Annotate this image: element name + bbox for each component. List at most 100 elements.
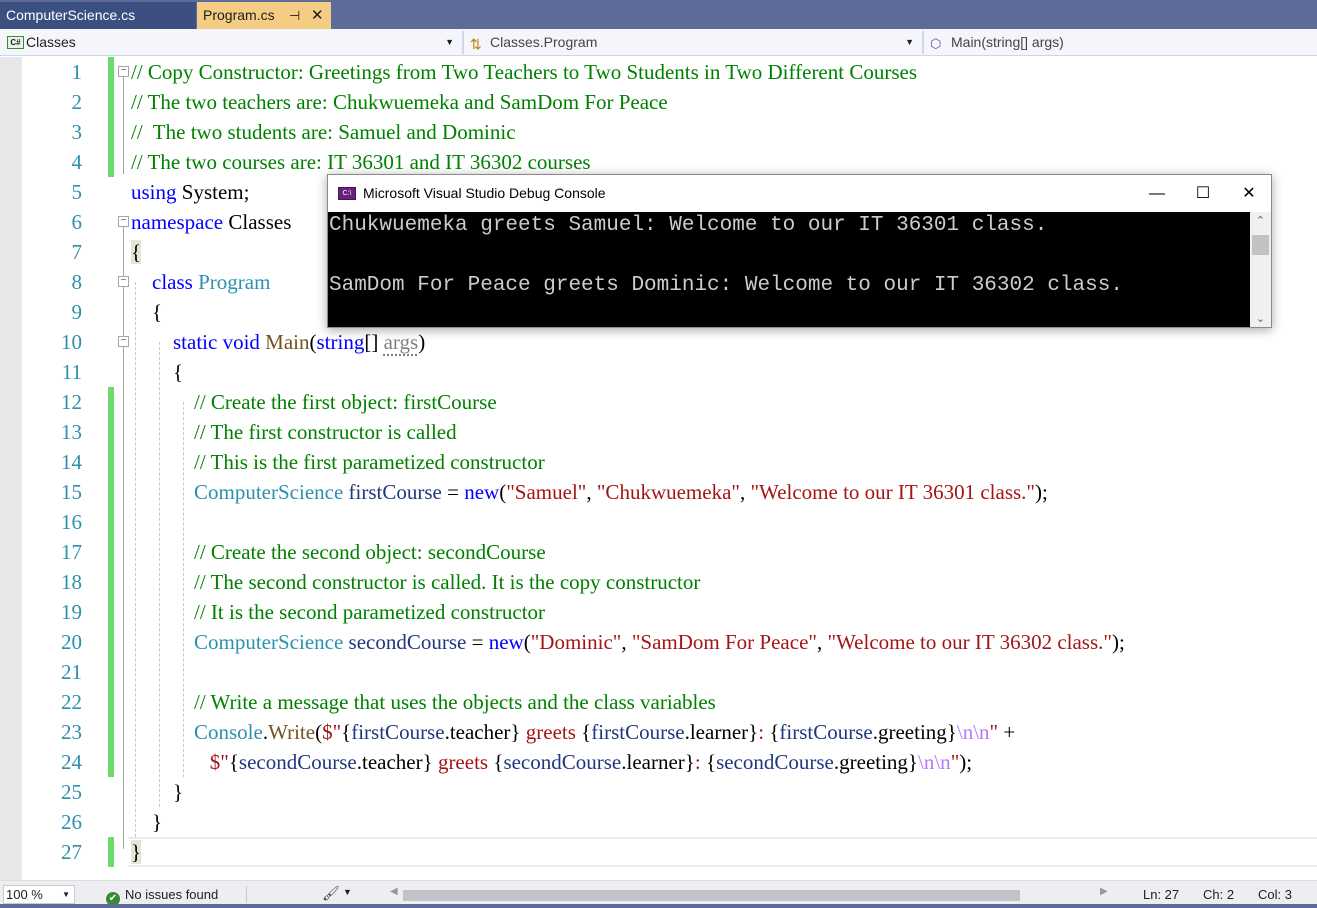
navigation-bar: C# Classes ▼ ⇅ Classes.Program ▼ ⬡ Main(… [0,29,1317,56]
debug-console-window[interactable]: C:\ Microsoft Visual Studio Debug Consol… [327,174,1272,328]
code-cleanup-brush-icon[interactable]: 🖌 [322,885,340,902]
member-name: Main(string[] args) [951,34,1064,50]
close-icon[interactable]: ✕ [311,2,324,29]
line-number: 10 [61,330,82,354]
maximize-button[interactable]: ☐ [1180,175,1226,212]
collapse-icon[interactable]: − [118,276,129,287]
code-line[interactable]: 19 // It is the second parametized const… [0,597,1317,627]
scroll-left-icon[interactable]: ◀ [390,886,398,897]
code-text: using System; [131,177,249,207]
zoom-level: 100 % [6,887,43,902]
code-line[interactable]: 3 // The two students are: Samuel and Dom… [0,117,1317,147]
console-output: Chukwuemeka greets Samuel: Welcome to ou… [328,212,1250,327]
code-token: "Welcome to our IT 36301 class." [750,480,1035,504]
code-line[interactable]: 24 $"{secondCourse.teacher} greets {seco… [0,747,1317,777]
code-token: { [131,300,163,324]
change-indicator [108,627,114,657]
console-scrollbar[interactable]: ⌃ ⌄ [1250,212,1271,327]
line-number: 9 [71,300,83,324]
change-indicator [108,537,114,567]
current-line-highlight [128,837,1317,867]
code-line[interactable]: 22 // Write a message that uses the obje… [0,687,1317,717]
code-token: namespace [131,210,224,234]
code-line[interactable]: 2 // The two teachers are: Chukwuemeka an… [0,87,1317,117]
code-line[interactable]: 27} [0,837,1317,867]
chevron-down-icon[interactable]: ▼ [343,887,352,897]
project-dropdown[interactable]: C# Classes ▼ [4,31,458,54]
code-token: .greeting} [833,750,919,774]
code-line[interactable]: 12 // Create the first object: firstCour… [0,387,1317,417]
console-title-bar[interactable]: C:\ Microsoft Visual Studio Debug Consol… [328,175,1271,212]
code-token: // The second constructor is called. It … [194,570,701,594]
line-number: 11 [61,360,82,384]
code-line[interactable]: 15 ComputerScience firstCourse = new("Sa… [0,477,1317,507]
code-token: // Create the first object: firstCourse [194,390,497,414]
pin-icon[interactable]: ⊣ [289,2,300,29]
code-line[interactable]: 16 [0,507,1317,537]
close-button[interactable]: ✕ [1226,175,1272,212]
code-line[interactable]: 18 // The second constructor is called. … [0,567,1317,597]
code-line[interactable]: 25 } [0,777,1317,807]
code-line[interactable]: 4 // The two courses are: IT 36301 and IT… [0,147,1317,177]
collapse-icon[interactable]: − [118,336,129,347]
code-token: .learner} [621,750,695,774]
change-indicator [108,87,114,117]
code-line[interactable]: 14 // This is the first parametized cons… [0,447,1317,477]
code-line[interactable]: 20 ComputerScience secondCourse = new("D… [0,627,1317,657]
change-indicator [108,57,114,87]
code-token: $" [322,720,342,744]
line-number: 16 [61,510,82,534]
minimize-button[interactable]: — [1134,175,1180,212]
tab-computerscience-cs[interactable]: ComputerScience.cs [0,2,196,29]
window-bottom-border [0,904,1317,908]
tab-program-cs[interactable]: Program.cs ⊣ ✕ [197,2,331,29]
code-text: } [131,777,183,807]
horizontal-scrollbar-thumb[interactable] [403,890,1020,901]
code-token: { [131,240,142,264]
code-line[interactable]: 10 − static void Main(string[] args) [0,327,1317,357]
code-token: Main [265,330,310,354]
code-token: secondCourse [503,750,622,774]
change-indicator [108,747,114,777]
code-token: ( [315,720,323,744]
scroll-down-icon[interactable]: ⌄ [1250,312,1271,325]
document-tab-strip: ComputerScience.cs Program.cs ⊣ ✕ [0,0,1317,29]
code-line[interactable]: 1 −// Copy Constructor: Greetings from Tw… [0,57,1317,87]
collapse-icon[interactable]: − [118,66,129,77]
code-token: { [581,720,592,744]
project-name: Classes [26,34,76,50]
code-token: // It is the second parametized construc… [194,600,546,624]
change-indicator [108,567,114,597]
code-line[interactable]: 11 { [0,357,1317,387]
code-line[interactable]: 17 // Create the second object: secondCo… [0,537,1317,567]
code-line[interactable]: 26 } [0,807,1317,837]
scroll-right-icon[interactable]: ▶ [1100,886,1108,897]
method-icon: ⬡ [930,36,942,51]
scrollbar-thumb[interactable] [1252,235,1269,255]
line-number: 4 [71,150,83,174]
char-indicator[interactable]: Ch: 2 [1203,886,1234,903]
line-number: 14 [61,450,82,474]
collapse-icon[interactable]: − [118,216,129,227]
code-token: ( [309,330,317,354]
code-token: static [173,330,218,354]
code-line[interactable]: 21 [0,657,1317,687]
code-token: .greeting} [872,720,957,744]
class-dropdown[interactable]: ⇅ Classes.Program ▼ [462,31,918,54]
csharp-project-icon: C# [7,36,24,49]
col-indicator[interactable]: Col: 3 [1258,886,1292,903]
code-line[interactable]: 13 // The first constructor is called [0,417,1317,447]
issues-indicator[interactable]: ✔ No issues found [106,886,218,906]
code-token: secondCourse [348,630,467,654]
member-dropdown[interactable]: ⬡ Main(string[] args) [922,31,1317,54]
scroll-up-icon[interactable]: ⌃ [1250,214,1271,227]
chevron-down-icon: ▼ [905,37,914,47]
code-token: "SamDom For Peace" [631,630,817,654]
code-line[interactable]: 23 Console.Write($"{firstCourse.teacher}… [0,717,1317,747]
line-indicator[interactable]: Ln: 27 [1143,886,1179,903]
zoom-level-dropdown[interactable]: 100 % ▼ [3,885,75,904]
code-text: // Copy Constructor: Greetings from Two … [131,57,917,87]
